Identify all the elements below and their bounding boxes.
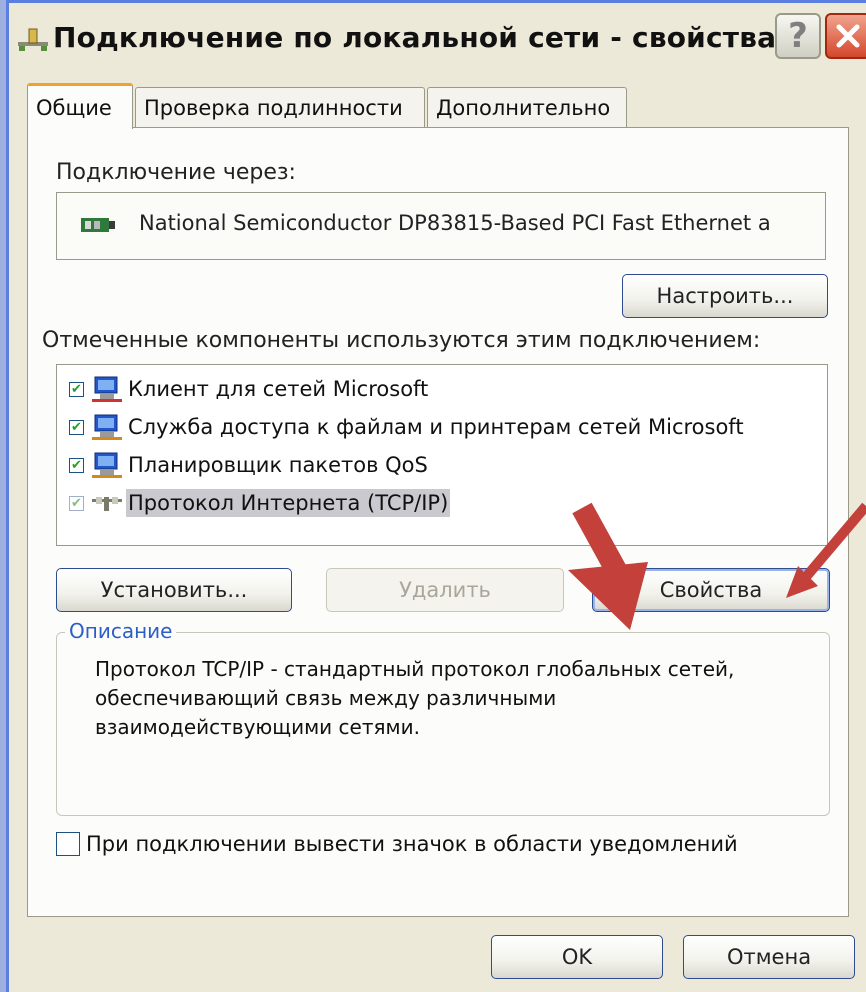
component-checkbox[interactable]: ✔: [69, 419, 84, 435]
tab-advanced[interactable]: Дополнительно: [427, 87, 627, 127]
close-icon: [836, 24, 860, 48]
network-connection-icon: [18, 28, 48, 51]
configure-button[interactable]: Настроить...: [622, 274, 828, 318]
component-label: Протокол Интернета (TCP/IP): [126, 489, 451, 517]
install-button[interactable]: Установить...: [56, 568, 292, 612]
notify-checkbox[interactable]: [56, 832, 80, 856]
connect-using-label: Подключение через:: [56, 160, 296, 185]
cancel-button[interactable]: Отмена: [683, 935, 855, 979]
component-label: Планировщик пакетов QoS: [128, 453, 428, 477]
network-client-icon: [92, 376, 122, 402]
component-checkbox[interactable]: ✔: [69, 495, 84, 511]
description-legend: Описание: [65, 619, 177, 643]
tab-authentication[interactable]: Проверка подлинности: [135, 87, 425, 127]
component-label: Служба доступа к файлам и принтерам сете…: [128, 415, 744, 439]
tab-panel-general: Подключение через: National Semiconducto…: [27, 127, 849, 917]
description-text: Протокол TCP/IP - стандартный протокол г…: [95, 657, 735, 739]
close-button[interactable]: [825, 13, 866, 59]
adapter-name: National Semiconductor DP83815-Based PCI…: [139, 211, 771, 235]
tab-general[interactable]: Общие: [27, 83, 133, 129]
description-group: Описание Протокол TCP/IP - стандартный п…: [56, 619, 830, 816]
adapter-field: National Semiconductor DP83815-Based PCI…: [56, 192, 826, 260]
title-bar[interactable]: Подключение по локальной сети - свойства…: [9, 3, 866, 75]
uninstall-button[interactable]: Удалить: [326, 568, 564, 612]
notify-option[interactable]: При подключении вывести значок в области…: [56, 832, 738, 856]
qos-scheduler-icon: [92, 452, 122, 478]
window-title: Подключение по локальной сети - свойства: [53, 21, 777, 54]
components-label: Отмеченные компоненты используются этим …: [42, 328, 761, 353]
protocol-icon: [92, 497, 122, 511]
properties-dialog: Подключение по локальной сети - свойства…: [6, 0, 866, 992]
list-item-qos-scheduler[interactable]: ✔ Планировщик пакетов QoS: [69, 447, 430, 483]
file-printer-sharing-icon: [92, 414, 122, 440]
network-adapter-icon: [81, 218, 115, 232]
help-button[interactable]: ?: [775, 13, 821, 59]
ok-button[interactable]: OK: [491, 935, 663, 979]
list-item-tcp-ip[interactable]: ✔ Протокол Интернета (TCP/IP): [69, 485, 451, 521]
notify-label: При подключении вывести значок в области…: [86, 832, 738, 856]
annotation-arrow-left-icon: [786, 502, 866, 598]
list-item-file-printer-sharing[interactable]: ✔ Служба доступа к файлам и принтерам се…: [69, 409, 746, 445]
annotation-arrow-down-icon: [568, 502, 648, 630]
list-item-ms-client[interactable]: ✔ Клиент для сетей Microsoft: [69, 371, 430, 407]
component-checkbox[interactable]: ✔: [69, 381, 84, 397]
components-list[interactable]: ✔ Клиент для сетей Microsoft ✔ Служба до…: [56, 364, 828, 546]
component-checkbox[interactable]: ✔: [69, 457, 84, 473]
component-label: Клиент для сетей Microsoft: [128, 377, 429, 401]
